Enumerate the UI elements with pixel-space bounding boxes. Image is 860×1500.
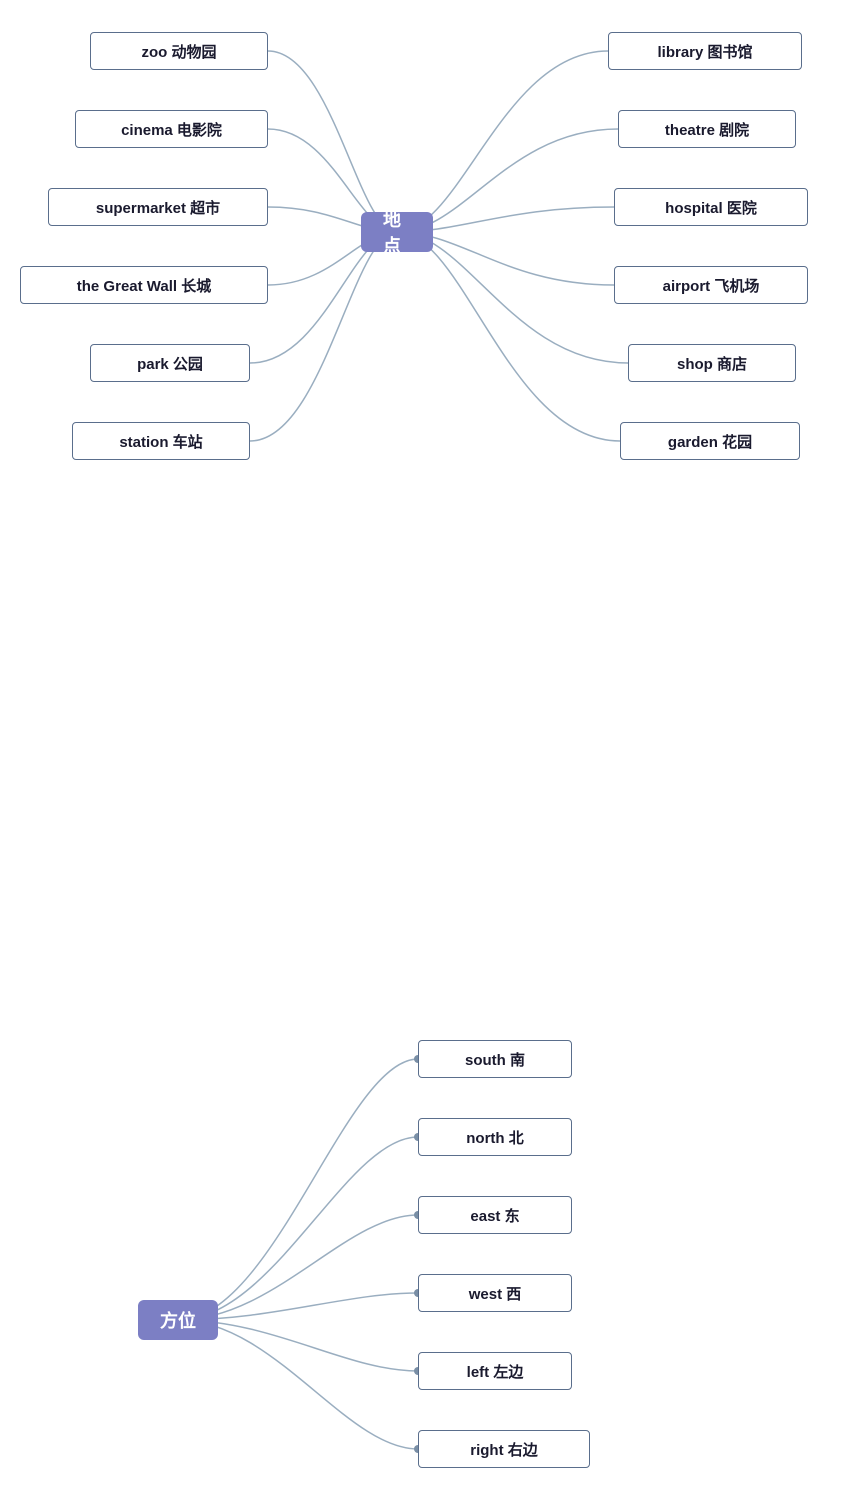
node-zoo: zoo 动物园: [90, 32, 268, 70]
node-greatwall: the Great Wall 长城: [20, 266, 268, 304]
diagram-directions: 方位 south 南 north 北 east 东 west 西 left 左边…: [0, 1000, 860, 1500]
node-right: right 右边: [418, 1430, 590, 1468]
node-cinema: cinema 电影院: [75, 110, 268, 148]
node-hospital: hospital 医院: [614, 188, 808, 226]
node-left: left 左边: [418, 1352, 572, 1390]
node-supermarket: supermarket 超市: [48, 188, 268, 226]
node-west: west 西: [418, 1274, 572, 1312]
node-station: station 车站: [72, 422, 250, 460]
node-library: library 图书馆: [608, 32, 802, 70]
node-theatre: theatre 剧院: [618, 110, 796, 148]
center-label-places: 地点: [383, 206, 411, 258]
center-node-places: 地点: [361, 212, 433, 252]
node-east: east 东: [418, 1196, 572, 1234]
node-shop: shop 商店: [628, 344, 796, 382]
center-node-directions: 方位: [138, 1300, 218, 1340]
node-airport: airport 飞机场: [614, 266, 808, 304]
center-label-directions: 方位: [160, 1307, 196, 1333]
node-south: south 南: [418, 1040, 572, 1078]
node-garden: garden 花园: [620, 422, 800, 460]
node-north: north 北: [418, 1118, 572, 1156]
node-park: park 公园: [90, 344, 250, 382]
diagram-places: 地点 zoo 动物园 cinema 电影院 supermarket 超市 the…: [0, 0, 860, 500]
